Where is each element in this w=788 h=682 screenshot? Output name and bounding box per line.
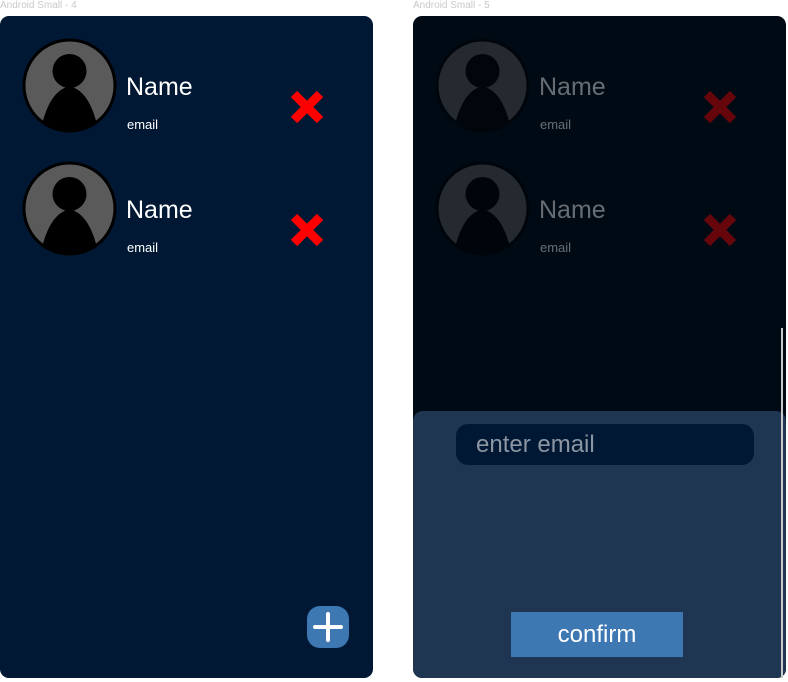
contact-item: Name email: [435, 161, 765, 257]
contact-name: Name: [126, 73, 193, 101]
confirm-button[interactable]: confirm: [511, 612, 683, 657]
frame-label-android-small-5: Android Small - 5: [413, 0, 490, 11]
remove-contact-icon: [703, 213, 737, 247]
email-input[interactable]: [456, 424, 754, 465]
add-contact-screen: Name email Name email confirm: [413, 16, 786, 678]
remove-contact-icon[interactable]: [289, 212, 325, 248]
contact-email: email: [540, 117, 572, 132]
remove-contact-icon: [703, 90, 737, 124]
contacts-screen: Name email Name email: [0, 16, 373, 678]
contact-item: Name email: [435, 38, 765, 134]
person-avatar-icon: [22, 38, 117, 133]
person-avatar-icon: [22, 161, 117, 256]
contact-item[interactable]: Name email: [22, 161, 352, 257]
scrollbar[interactable]: [781, 328, 783, 678]
contact-email: email: [540, 240, 572, 255]
contact-name: Name: [539, 73, 606, 101]
contact-name: Name: [539, 196, 606, 224]
contact-email: email: [127, 240, 159, 255]
add-contact-button[interactable]: [307, 606, 349, 648]
contact-name: Name: [126, 196, 193, 224]
remove-contact-icon[interactable]: [289, 89, 325, 125]
frame-label-android-small-4: Android Small - 4: [0, 0, 77, 11]
plus-icon: [313, 612, 343, 642]
contact-item[interactable]: Name email: [22, 38, 352, 134]
person-avatar-icon: [435, 38, 530, 133]
contact-email: email: [127, 117, 159, 132]
person-avatar-icon: [435, 161, 530, 256]
add-contact-sheet: confirm: [413, 411, 786, 678]
